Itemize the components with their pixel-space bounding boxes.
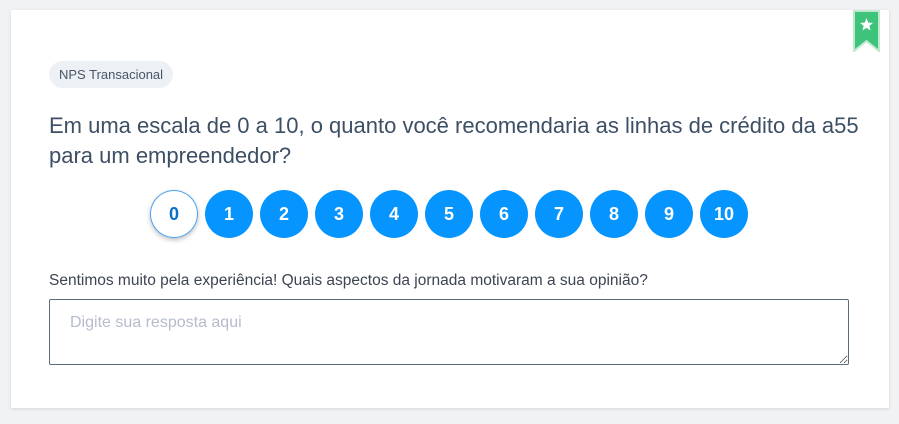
- score-button-9[interactable]: 9: [645, 190, 693, 238]
- nps-score-scale: 0 1 2 3 4 5 6 7 8 9 10: [150, 190, 760, 240]
- score-button-5[interactable]: 5: [425, 190, 473, 238]
- score-button-3[interactable]: 3: [315, 190, 363, 238]
- answer-textarea[interactable]: [49, 299, 849, 365]
- score-button-6[interactable]: 6: [480, 190, 528, 238]
- star-bookmark-icon[interactable]: [852, 10, 881, 52]
- nps-question: Em uma escala de 0 a 10, o quanto você r…: [49, 113, 859, 168]
- score-button-4[interactable]: 4: [370, 190, 418, 238]
- score-button-8[interactable]: 8: [590, 190, 638, 238]
- score-button-2[interactable]: 2: [260, 190, 308, 238]
- score-button-1[interactable]: 1: [205, 190, 253, 238]
- score-button-0[interactable]: 0: [150, 190, 198, 238]
- followup-question: Sentimos muito pela experiência! Quais a…: [49, 272, 648, 289]
- survey-type-badge: NPS Transacional: [49, 61, 174, 88]
- score-button-7[interactable]: 7: [535, 190, 583, 238]
- score-button-10[interactable]: 10: [700, 190, 748, 238]
